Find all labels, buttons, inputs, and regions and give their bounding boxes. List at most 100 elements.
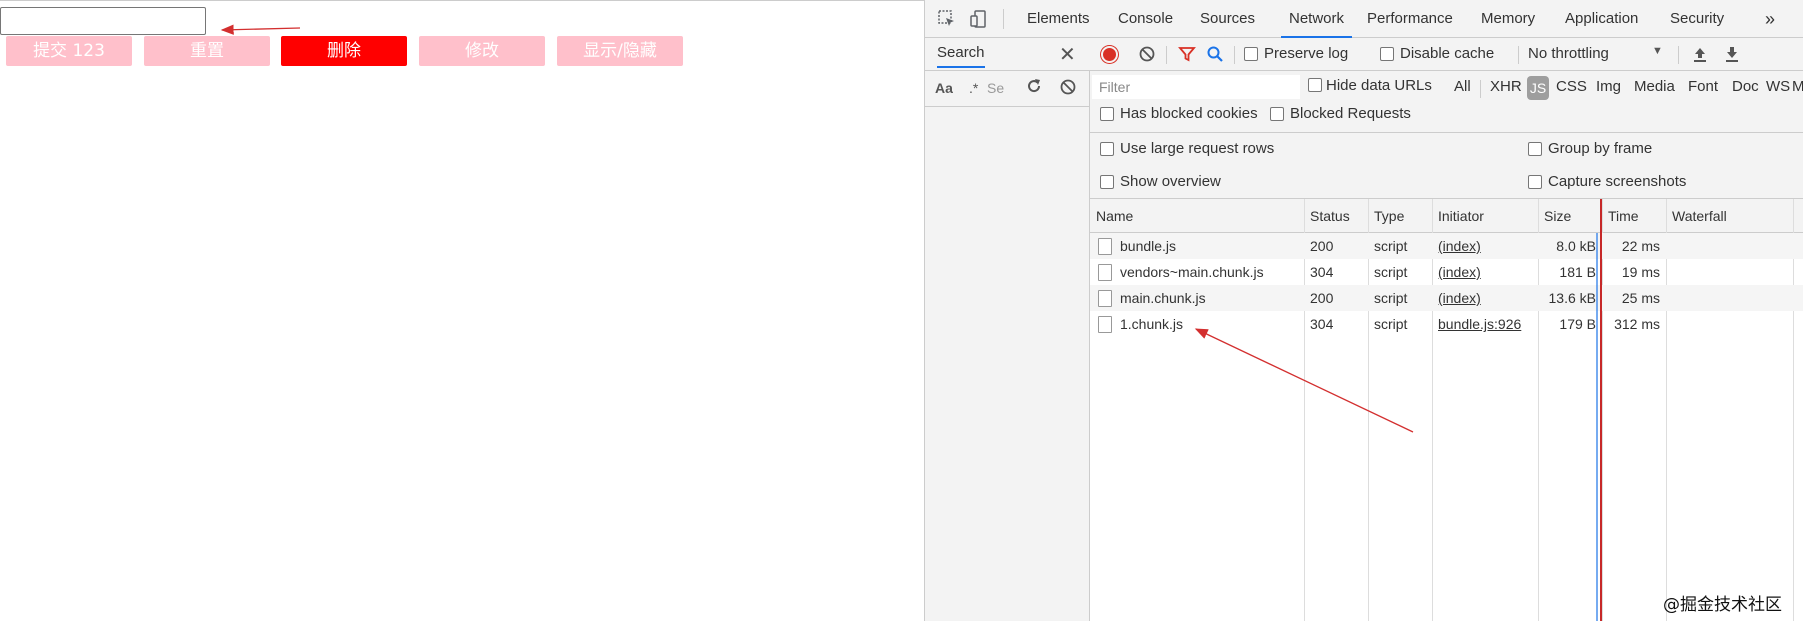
capture-screenshots-checkbox[interactable] bbox=[1528, 175, 1542, 189]
devtools-panel: Elements Console Sources Network Perform… bbox=[924, 0, 1803, 621]
has-blocked-cookies-checkbox[interactable] bbox=[1100, 107, 1114, 121]
filter-type-img[interactable]: Img bbox=[1596, 78, 1621, 95]
table-row[interactable]: 1.chunk.js 304 script bundle.js:926 179 … bbox=[1090, 311, 1803, 337]
toolbar-separator bbox=[1678, 46, 1679, 64]
regex-icon[interactable]: .* bbox=[969, 80, 978, 96]
record-icon[interactable] bbox=[1101, 46, 1118, 63]
waterfall-dom-loaded-line bbox=[1596, 233, 1598, 621]
clear-log-icon[interactable] bbox=[1138, 45, 1156, 67]
table-row[interactable]: bundle.js 200 script (index) 8.0 kB 22 m… bbox=[1090, 233, 1803, 259]
web-page: 提交 123 重置 删除 修改 显示/隐藏 bbox=[0, 0, 924, 621]
search-pane: Search ✕ Aa .* Se bbox=[925, 38, 1090, 621]
column-name[interactable]: Name bbox=[1090, 199, 1133, 233]
match-case-icon[interactable]: Aa bbox=[935, 80, 953, 96]
inspect-element-icon[interactable] bbox=[937, 9, 957, 29]
blocked-requests-checkbox[interactable] bbox=[1270, 107, 1284, 121]
filter-type-css[interactable]: CSS bbox=[1556, 78, 1587, 95]
large-rows-checkbox[interactable] bbox=[1100, 142, 1114, 156]
row-initiator-link[interactable]: (index) bbox=[1438, 259, 1481, 285]
network-settings: Use large request rows Group by frame Sh… bbox=[1090, 133, 1803, 199]
toolbar-separator bbox=[1166, 46, 1167, 64]
row-initiator-link[interactable]: (index) bbox=[1438, 285, 1481, 311]
filter-type-font[interactable]: Font bbox=[1688, 78, 1718, 95]
more-tabs-icon[interactable]: » bbox=[1765, 0, 1775, 38]
filter-type-js[interactable]: JS bbox=[1527, 76, 1549, 100]
filter-separator bbox=[1480, 80, 1481, 98]
refresh-icon[interactable] bbox=[1025, 77, 1043, 98]
filter-type-doc[interactable]: Doc bbox=[1732, 78, 1759, 95]
table-header: Name Status Type Initiator Size Time Wat… bbox=[1090, 199, 1803, 233]
toolbar-separator bbox=[1234, 46, 1235, 64]
group-by-frame-checkbox[interactable] bbox=[1528, 142, 1542, 156]
tab-bar-separator bbox=[1003, 9, 1004, 29]
chevron-down-icon[interactable]: ▼ bbox=[1652, 45, 1663, 57]
network-panel: Preserve log Disable cache No throttling… bbox=[1090, 38, 1803, 621]
row-status: 304 bbox=[1310, 316, 1334, 332]
row-status: 304 bbox=[1310, 264, 1334, 280]
tab-performance[interactable]: Performance bbox=[1367, 0, 1453, 38]
blocked-requests-label: Blocked Requests bbox=[1290, 105, 1411, 122]
tab-memory[interactable]: Memory bbox=[1481, 0, 1535, 38]
row-size: 181 B bbox=[1559, 264, 1596, 280]
filter-input[interactable]: Filter bbox=[1092, 75, 1300, 99]
filter-type-xhr[interactable]: XHR bbox=[1490, 78, 1522, 95]
column-time[interactable]: Time bbox=[1602, 199, 1639, 233]
column-type[interactable]: Type bbox=[1368, 199, 1404, 233]
row-type: script bbox=[1374, 238, 1408, 254]
table-row[interactable]: vendors~main.chunk.js 304 script (index)… bbox=[1090, 259, 1803, 285]
row-size: 13.6 kB bbox=[1548, 290, 1596, 306]
hide-data-urls-label: Hide data URLs bbox=[1326, 77, 1432, 94]
close-icon[interactable]: ✕ bbox=[1059, 42, 1076, 67]
import-har-icon[interactable] bbox=[1692, 45, 1708, 67]
search-icon[interactable] bbox=[1206, 45, 1224, 67]
column-status[interactable]: Status bbox=[1304, 199, 1350, 233]
filter-type-ws[interactable]: WS bbox=[1766, 78, 1790, 95]
row-name: vendors~main.chunk.js bbox=[1120, 264, 1264, 280]
filter-bar: Filter Hide data URLs All XHR JS CSS Img… bbox=[1090, 71, 1803, 133]
row-status: 200 bbox=[1310, 238, 1334, 254]
row-time: 25 ms bbox=[1621, 290, 1660, 306]
table-row[interactable]: main.chunk.js 200 script (index) 13.6 kB… bbox=[1090, 285, 1803, 311]
device-toolbar-icon[interactable] bbox=[969, 9, 989, 29]
filter-type-manifest[interactable]: M bbox=[1792, 78, 1803, 95]
column-initiator[interactable]: Initiator bbox=[1432, 199, 1484, 233]
disable-cache-label: Disable cache bbox=[1400, 45, 1495, 62]
toolbar-separator bbox=[1518, 46, 1519, 64]
row-initiator-link[interactable]: bundle.js:926 bbox=[1438, 311, 1521, 337]
clear-icon[interactable] bbox=[1059, 78, 1077, 99]
tab-console[interactable]: Console bbox=[1118, 0, 1173, 38]
tab-application[interactable]: Application bbox=[1565, 0, 1638, 38]
column-waterfall[interactable]: Waterfall bbox=[1666, 199, 1727, 233]
file-icon bbox=[1098, 238, 1112, 255]
show-overview-label: Show overview bbox=[1120, 173, 1221, 190]
throttling-select[interactable]: No throttling bbox=[1528, 45, 1609, 62]
row-initiator-link[interactable]: (index) bbox=[1438, 233, 1481, 259]
reset-button[interactable]: 重置 bbox=[144, 36, 270, 66]
show-overview-checkbox[interactable] bbox=[1100, 175, 1114, 189]
disable-cache-checkbox[interactable] bbox=[1380, 47, 1394, 61]
page-text-input[interactable] bbox=[0, 7, 206, 35]
requests-table: Name Status Type Initiator Size Time Wat… bbox=[1090, 199, 1803, 621]
export-har-icon[interactable] bbox=[1724, 45, 1740, 67]
filter-icon[interactable] bbox=[1178, 45, 1196, 67]
column-size[interactable]: Size bbox=[1538, 199, 1571, 233]
watermark: @掘金技术社区 bbox=[1663, 595, 1782, 615]
preserve-log-checkbox[interactable] bbox=[1244, 47, 1258, 61]
search-header: Search ✕ bbox=[925, 38, 1090, 71]
search-input[interactable]: Se bbox=[987, 80, 1005, 96]
modify-button[interactable]: 修改 bbox=[419, 36, 545, 66]
tab-sources[interactable]: Sources bbox=[1200, 0, 1255, 38]
toggle-visibility-button[interactable]: 显示/隐藏 bbox=[557, 36, 683, 66]
tab-network[interactable]: Network bbox=[1281, 0, 1353, 38]
submit-button[interactable]: 提交 123 bbox=[6, 36, 132, 66]
search-tab[interactable]: Search bbox=[937, 44, 985, 68]
row-type: script bbox=[1374, 290, 1408, 306]
tab-security[interactable]: Security bbox=[1670, 0, 1724, 38]
tab-elements[interactable]: Elements bbox=[1027, 0, 1090, 38]
delete-button[interactable]: 删除 bbox=[281, 36, 407, 66]
hide-data-urls-checkbox[interactable] bbox=[1308, 78, 1322, 92]
filter-type-media[interactable]: Media bbox=[1634, 78, 1675, 95]
group-by-frame-label: Group by frame bbox=[1548, 140, 1653, 157]
preserve-log-label: Preserve log bbox=[1264, 45, 1349, 62]
filter-type-all[interactable]: All bbox=[1454, 78, 1471, 95]
